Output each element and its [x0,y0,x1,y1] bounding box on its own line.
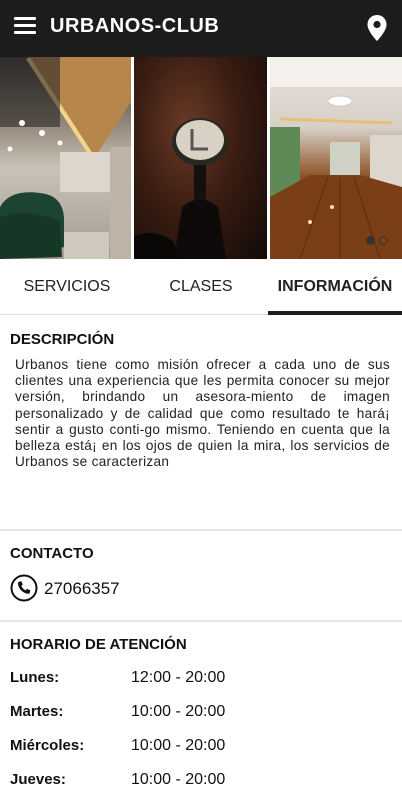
app-title: URBANOS-CLUB [50,15,220,37]
menu-icon[interactable] [14,17,36,37]
location-pin-icon[interactable] [366,14,388,42]
contacto-title: CONTACTO [10,545,94,562]
carousel-dot-2[interactable] [379,236,388,245]
hours-time: 10:00 - 20:00 [131,703,226,720]
horario-title: HORARIO DE ATENCIÓN [10,636,187,653]
hours-day: Martes: [10,703,64,720]
hours-time: 10:00 - 20:00 [131,737,226,754]
tab-bar: SERVICIOS CLASES INFORMACIÓN [0,259,402,315]
carousel-photo-sign [134,57,267,259]
hours-time: 10:00 - 20:00 [131,771,226,788]
divider [0,529,402,531]
carousel-photo-lounge [0,57,131,259]
contact-phone-number[interactable]: 27066357 [44,579,120,599]
carousel-dot-1[interactable] [366,236,375,245]
hours-day: Jueves: [10,771,66,788]
hours-time: 12:00 - 20:00 [131,669,226,686]
tab-servicios[interactable]: SERVICIOS [0,259,134,314]
hours-day: Lunes: [10,669,60,686]
divider [0,620,402,622]
phone-icon[interactable] [10,574,38,602]
image-carousel[interactable] [0,57,402,259]
app-bar: URBANOS-CLUB [0,0,402,57]
carousel-photo-studio [270,57,402,259]
descripcion-title: DESCRIPCIÓN [10,331,115,348]
carousel-indicator [366,236,388,245]
descripcion-text: Urbanos tiene como misión ofrecer a cada… [15,357,390,470]
tab-clases[interactable]: CLASES [134,259,268,314]
hours-day: Miércoles: [10,737,85,754]
tab-informacion[interactable]: INFORMACIÓN [268,259,402,315]
